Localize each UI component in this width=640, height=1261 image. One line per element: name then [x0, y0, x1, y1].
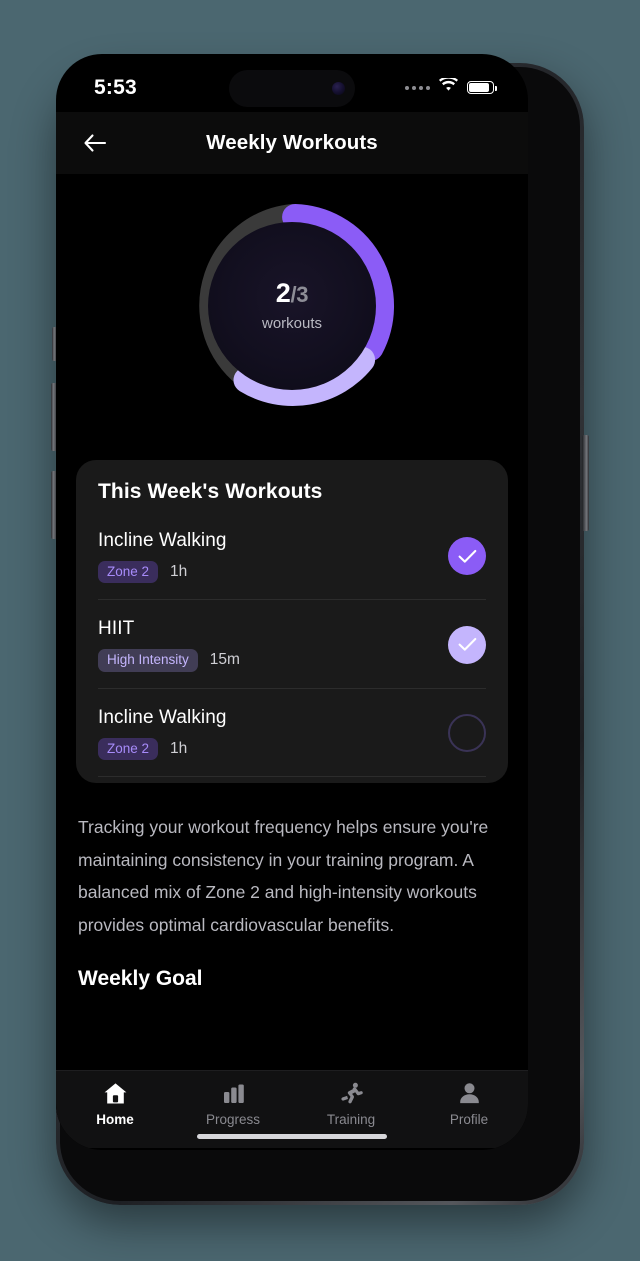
workouts-card-title: This Week's Workouts [98, 479, 323, 503]
bar-chart-icon [221, 1081, 246, 1106]
power-button[interactable] [582, 434, 589, 531]
home-icon [103, 1081, 128, 1106]
home-indicator[interactable] [197, 1133, 387, 1139]
workout-meta: Zone 2 1h [98, 560, 227, 583]
phone-screen: 5:53 Weekly Workouts 2/3 workouts This W… [56, 53, 528, 1150]
arrow-left-icon [84, 133, 107, 152]
person-icon [457, 1081, 482, 1106]
workout-duration: 1h [170, 562, 188, 580]
status-bar: 5:53 [56, 54, 528, 112]
tab-label-training: Training [326, 1111, 376, 1127]
check-icon [458, 549, 476, 563]
workout-duration: 15m [209, 651, 240, 669]
workout-meta: Zone 2 1h [98, 737, 227, 760]
page-title: Weekly Workouts [206, 130, 378, 154]
tab-label-home: Home [96, 1111, 134, 1127]
workout-row[interactable]: HIIT High Intensity 15m [98, 600, 486, 689]
tab-label-profile: Profile [449, 1111, 489, 1127]
progress-ring-section: 2/3 workouts [56, 174, 528, 438]
status-bar-time: 5:53 [94, 75, 137, 99]
workout-badge: Zone 2 [98, 560, 159, 583]
phone-mockup: 5:53 Weekly Workouts 2/3 workouts This W… [28, 31, 612, 1231]
progress-label: workouts [261, 314, 323, 332]
workout-info: Incline Walking Zone 2 1h [98, 706, 227, 760]
workout-name: HIIT [98, 618, 135, 639]
main-content: 2/3 workouts This Week's Workouts Inclin… [56, 173, 528, 1148]
workout-name: Incline Walking [98, 706, 227, 728]
signal-dots-icon [405, 85, 430, 90]
workout-meta: High Intensity 15m [98, 649, 240, 672]
workout-status-toggle[interactable] [448, 625, 486, 664]
workout-status-toggle[interactable] [448, 537, 486, 576]
workouts-card: This Week's Workouts Incline Walking Zon… [76, 459, 508, 783]
workout-duration: 1h [170, 739, 188, 757]
workout-status-toggle[interactable] [448, 714, 486, 753]
progress-completed: 2 [275, 277, 291, 308]
workout-name: Incline Walking [98, 529, 227, 551]
check-icon [458, 638, 476, 651]
front-camera-icon [332, 81, 345, 95]
tab-label-progress: Progress [205, 1111, 261, 1127]
progress-ring: 2/3 workouts [186, 200, 398, 412]
status-bar-indicators [405, 76, 497, 97]
workout-badge: Zone 2 [98, 737, 159, 760]
description-text: Tracking your workout frequency helps en… [78, 817, 489, 935]
workout-badge: High Intensity [98, 649, 198, 672]
progress-ring-center: 2/3 workouts [208, 221, 376, 390]
workout-row[interactable]: Incline Walking Zone 2 1h [98, 512, 486, 600]
progress-count: 2/3 [275, 277, 309, 308]
tab-training[interactable]: Training [292, 1081, 410, 1127]
workout-info: HIIT High Intensity 15m [98, 618, 240, 672]
battery-icon [467, 81, 497, 94]
running-person-icon [339, 1081, 364, 1106]
tab-progress[interactable]: Progress [174, 1081, 292, 1127]
workout-info: Incline Walking Zone 2 1h [98, 529, 227, 583]
dynamic-island [229, 69, 355, 107]
tab-home[interactable]: Home [56, 1081, 174, 1127]
nav-header: Weekly Workouts [56, 111, 528, 174]
workout-row[interactable]: Incline Walking Zone 2 1h [98, 689, 486, 777]
wifi-icon [439, 76, 458, 97]
back-button[interactable] [78, 126, 112, 160]
progress-total: /3 [290, 281, 309, 307]
tab-profile[interactable]: Profile [410, 1081, 528, 1127]
next-section-title: Weekly Goal [78, 967, 203, 991]
